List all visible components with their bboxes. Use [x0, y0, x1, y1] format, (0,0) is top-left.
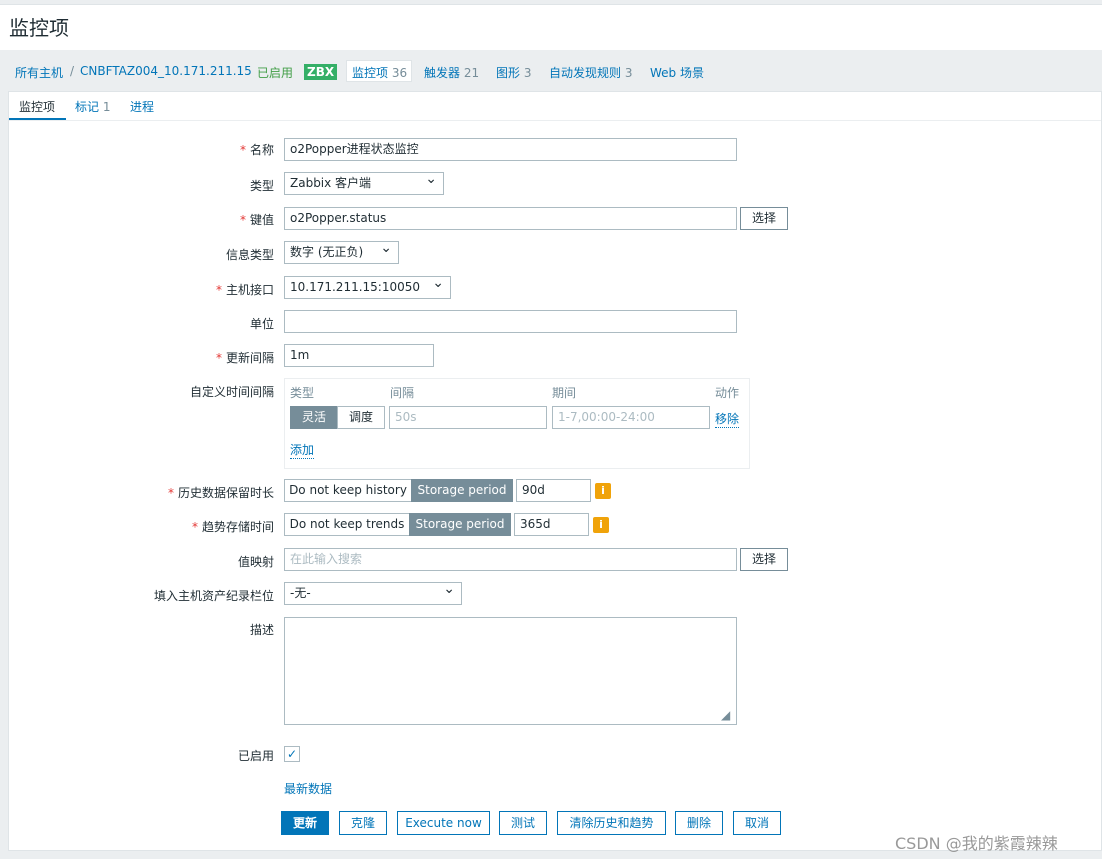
trends-off-toggle[interactable]: Do not keep trends — [284, 513, 410, 536]
info-type-select[interactable]: 数字 (无正负) — [284, 241, 399, 264]
breadcrumb-triggers[interactable]: 触发器 21 — [424, 64, 479, 81]
latest-data-link[interactable]: 最新数据 — [284, 780, 332, 797]
interval-input[interactable]: 1m — [284, 344, 434, 367]
custom-interval-input[interactable]: 50s — [389, 406, 547, 429]
update-button[interactable]: 更新 — [281, 811, 329, 835]
tags-label: 标记 — [75, 100, 100, 114]
col-interval: 间隔 — [390, 386, 415, 400]
resize-handle-icon[interactable]: ◢ — [721, 708, 730, 722]
history-storage-toggle[interactable]: Storage period — [411, 479, 513, 502]
tab-item[interactable]: 监控项 — [19, 98, 55, 115]
graphs-label: 图形 — [496, 66, 521, 80]
tags-count: 1 — [102, 100, 111, 114]
breadcrumb-items[interactable]: 监控项 36 — [352, 64, 407, 81]
interface-label: * 主机接口 — [215, 283, 274, 297]
interval-label: * 更新间隔 — [215, 351, 274, 365]
type-select[interactable]: Zabbix 客户端 — [284, 172, 444, 195]
description-textarea[interactable] — [284, 617, 737, 725]
tab-preprocessing[interactable]: 进程 — [130, 98, 154, 115]
page-header — [0, 4, 1102, 50]
triggers-count: 21 — [463, 66, 480, 80]
add-link[interactable]: 添加 — [290, 441, 315, 459]
breadcrumb-host[interactable]: CNBFTAZ004_10.171.211.15 — [80, 64, 252, 78]
delete-button[interactable]: 删除 — [675, 811, 723, 835]
clone-button[interactable]: 克隆 — [339, 811, 387, 835]
breadcrumb-all-hosts[interactable]: 所有主机 — [15, 64, 63, 81]
interface-value: 10.171.211.15:10050 — [290, 280, 421, 294]
type-label: 类型 — [249, 179, 274, 193]
test-button[interactable]: 测试 — [499, 811, 547, 835]
type-value: Zabbix 客户端 — [290, 176, 372, 190]
key-label: * 键值 — [239, 213, 274, 227]
zbx-badge: ZBX — [304, 64, 338, 80]
description-label: 描述 — [249, 623, 274, 637]
info-icon[interactable]: i — [595, 483, 611, 499]
trends-label: * 趋势存储时间 — [191, 520, 274, 534]
history-label: * 历史数据保留时长 — [167, 486, 274, 500]
valuemap-select-button[interactable]: 选择 — [740, 548, 788, 571]
valuemap-input[interactable]: 在此输入搜索 — [284, 548, 737, 571]
inventory-value: -无- — [290, 586, 311, 600]
flexible-toggle[interactable]: 灵活 — [290, 406, 338, 429]
trends-storage-toggle[interactable]: Storage period — [409, 513, 511, 536]
enabled-checkbox[interactable]: ✓ — [284, 746, 300, 762]
discovery-label: 自动发现规则 — [549, 66, 622, 80]
key-input[interactable]: o2Popper.status — [284, 207, 737, 230]
remove-link[interactable]: 移除 — [715, 410, 740, 428]
watermark: CSDN @我的紫霞辣辣 — [895, 834, 1058, 853]
valuemap-label: 值映射 — [237, 555, 274, 569]
name-input[interactable]: o2Popper进程状态监控 — [284, 138, 737, 161]
custom-intervals-label: 自定义时间间隔 — [189, 385, 274, 399]
breadcrumb-graphs[interactable]: 图形 3 — [496, 64, 531, 81]
form-panel — [8, 91, 1102, 851]
items-label: 监控项 — [352, 66, 389, 80]
units-label: 单位 — [249, 317, 274, 331]
info-type-value: 数字 (无正负) — [290, 245, 364, 259]
breadcrumb-web[interactable]: Web 场景 — [650, 64, 704, 81]
col-action: 动作 — [715, 386, 740, 400]
units-input[interactable] — [284, 310, 737, 333]
breadcrumb-separator: / — [70, 64, 75, 78]
interface-select[interactable]: 10.171.211.15:10050 — [284, 276, 451, 299]
breadcrumb-discovery[interactable]: 自动发现规则 3 — [549, 64, 632, 81]
info-icon[interactable]: i — [593, 517, 609, 533]
inventory-label: 填入主机资产纪录栏位 — [153, 589, 274, 603]
trends-input[interactable]: 365d — [514, 513, 589, 536]
key-select-button[interactable]: 选择 — [740, 207, 788, 230]
enabled-label: 已启用 — [237, 749, 274, 763]
history-off-toggle[interactable]: Do not keep history — [284, 479, 412, 502]
tab-divider — [9, 120, 1101, 121]
tab-tags[interactable]: 标记 1 — [75, 98, 110, 115]
cancel-button[interactable]: 取消 — [733, 811, 781, 835]
inventory-select[interactable]: -无- — [284, 582, 462, 605]
items-count: 36 — [391, 66, 408, 80]
graphs-count: 3 — [523, 66, 532, 80]
scheduling-toggle[interactable]: 调度 — [337, 406, 385, 429]
execute-now-button[interactable]: Execute now — [397, 811, 490, 835]
name-label: * 名称 — [239, 143, 274, 157]
custom-period-input[interactable]: 1-7,00:00-24:00 — [552, 406, 710, 429]
info-type-label: 信息类型 — [225, 248, 274, 262]
host-status[interactable]: 已启用 — [257, 64, 293, 81]
history-input[interactable]: 90d — [516, 479, 591, 502]
triggers-label: 触发器 — [424, 66, 461, 80]
col-period: 期间 — [552, 386, 577, 400]
clear-history-button[interactable]: 清除历史和趋势 — [557, 811, 666, 835]
discovery-count: 3 — [624, 66, 633, 80]
col-type: 类型 — [290, 386, 315, 400]
page-title: 监控项 — [9, 16, 69, 40]
